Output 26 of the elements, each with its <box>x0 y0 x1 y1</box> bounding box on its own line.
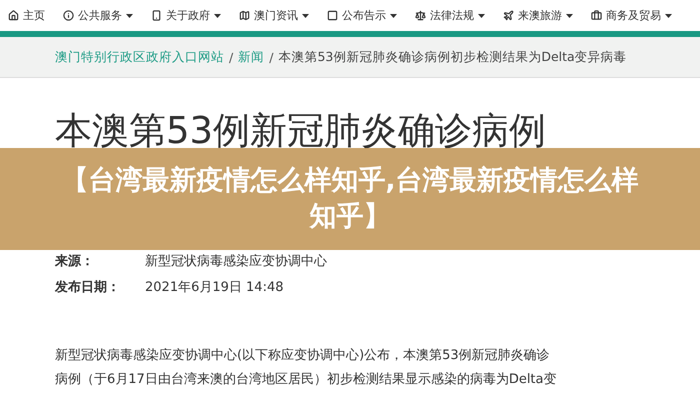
article-paragraph: 新型冠状病毒感染应变协调中心(以下称应变协调中心)公布，本澳第53例新冠肺炎确诊 病例（于6月17日由台湾来澳的台湾地区居民）初步检测结果显示感染的病毒为Delta变 <box>55 347 558 389</box>
meta-value: 新型冠状病毒感染应变协调中心 <box>145 253 328 270</box>
scale-icon <box>415 10 426 21</box>
breadcrumb-separator: / <box>229 50 234 64</box>
nav-item[interactable]: 主页 <box>8 8 45 23</box>
map-icon <box>239 10 250 21</box>
home-icon <box>8 10 19 21</box>
nav-item[interactable]: 来澳旅游 <box>503 8 573 23</box>
nav-item[interactable]: 公共服务 <box>63 8 133 23</box>
square-icon <box>327 10 338 21</box>
plane-icon <box>503 10 514 21</box>
phone-icon <box>151 10 162 21</box>
nav-item[interactable]: 商务及贸易 <box>591 8 672 23</box>
article-title: 本澳第53例新冠肺炎确诊病例 <box>55 108 548 154</box>
breadcrumb-separator: / <box>269 50 274 64</box>
banner-title: 【台湾最新疫情怎么样知乎,台湾最新疫情怎么样知乎】 <box>60 164 640 234</box>
nav-item[interactable]: 公布告示 <box>327 8 397 23</box>
nav-item[interactable]: 澳门资讯 <box>239 8 309 23</box>
nav-item[interactable]: 关于政府 <box>151 8 221 23</box>
info-icon <box>63 10 74 21</box>
meta-value: 2021年6月19日 14:48 <box>145 279 284 296</box>
meta-label: 发布日期： <box>55 279 121 296</box>
nav-item[interactable]: 法律法规 <box>415 8 485 23</box>
briefcase-icon <box>591 10 602 21</box>
meta-label: 来源： <box>55 253 95 270</box>
breadcrumb-current: 本澳第53例新冠肺炎确诊病例初步检测结果为Delta变异病毒 <box>278 48 627 66</box>
